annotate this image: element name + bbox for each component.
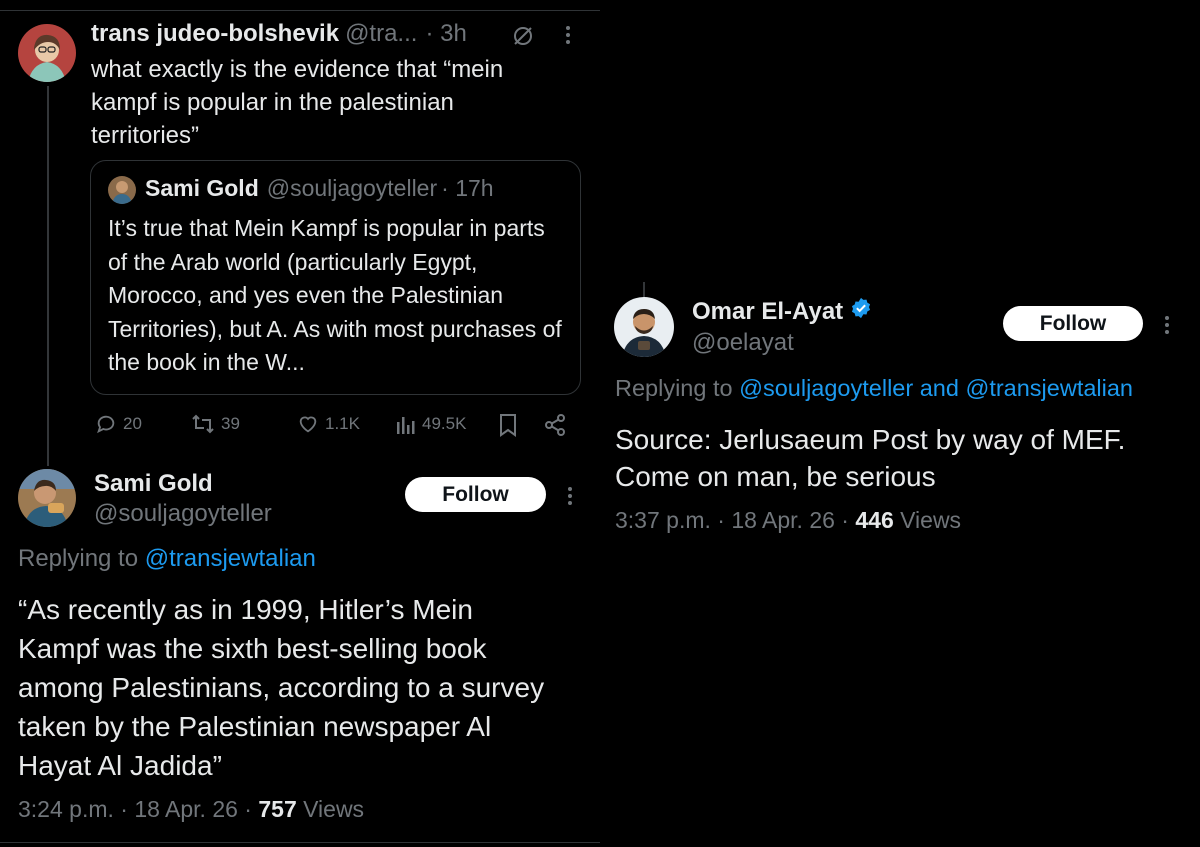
more-icon[interactable]	[566, 485, 576, 511]
tweet1-handle[interactable]: @tra...	[345, 20, 417, 48]
replying-to-label: Replying to	[18, 545, 139, 572]
views-action[interactable]: 49.5K	[396, 413, 466, 435]
views-icon	[396, 413, 416, 435]
tweet1-header: trans judeo-bolshevik @tra... · 3h	[91, 20, 467, 50]
tweet3-replying-to: Replying to @souljagoyteller and @transj…	[615, 375, 1133, 402]
tweet1-text: what exactly is the evidence that “mein …	[91, 56, 504, 149]
quote-header: Sami Gold @souljagoyteller · 17h	[145, 175, 494, 205]
avatar-sami-gold-small	[108, 176, 136, 204]
tweet2-views-count: 757	[258, 796, 297, 822]
mute-icon	[511, 24, 535, 53]
quote-text: It’s true that Mein Kampf is popular in …	[108, 215, 562, 375]
more-icon[interactable]	[564, 24, 574, 50]
repost-action[interactable]: 39	[191, 413, 240, 435]
verified-badge-icon	[850, 297, 872, 326]
like-icon	[297, 413, 319, 435]
replying-to-handles-link[interactable]: @souljagoyteller and @transjewtalian	[739, 375, 1133, 401]
repost-count: 39	[221, 414, 240, 433]
like-action[interactable]: 1.1K	[297, 413, 360, 435]
tweet3-meta: 3:37 p.m. · 18 Apr. 26 · 446 Views	[615, 507, 961, 534]
tweet2-text: “As recently as in 1999, Hitler’s Mein K…	[18, 594, 545, 781]
tweet3-name-row: Omar El-Ayat	[692, 297, 872, 326]
tweet1-time[interactable]: · 3h	[425, 20, 466, 48]
avatar-trans-judeo-bolshevik[interactable]	[18, 24, 76, 82]
reply-count: 20	[123, 414, 142, 433]
tweet2-display-name[interactable]: Sami Gold	[94, 470, 213, 498]
follow-button-sami-gold[interactable]: Follow	[405, 477, 546, 512]
tweet2-handle[interactable]: @souljagoyteller	[94, 500, 272, 528]
repost-icon	[191, 413, 215, 435]
avatar-sami-gold[interactable]	[18, 469, 76, 527]
top-divider	[0, 10, 600, 11]
replying-to-handle-link[interactable]: @transjewtalian	[145, 545, 316, 572]
follow-button-omar-el-ayat[interactable]: Follow	[1003, 306, 1143, 341]
tweet3-handle[interactable]: @oelayat	[692, 329, 794, 357]
tweet2-replying-to: Replying to @transjewtalian	[18, 545, 316, 573]
tweet1-display-name[interactable]: trans judeo-bolshevik	[91, 20, 339, 48]
quote-handle: @souljagoyteller	[266, 175, 438, 201]
tweet3-timestamp[interactable]: 3:37 p.m. · 18 Apr. 26 ·	[615, 507, 849, 533]
tweet2-views-label: Views	[303, 796, 365, 822]
tweet3-views-label: Views	[900, 507, 962, 533]
reply-icon	[95, 413, 117, 435]
quote-display-name: Sami Gold	[145, 175, 259, 201]
tweet2-meta: 3:24 p.m. · 18 Apr. 26 · 757 Views	[18, 796, 364, 823]
replying-to-label: Replying to	[615, 375, 733, 401]
avatar-omar-el-ayat[interactable]	[614, 297, 674, 357]
bookmark-icon[interactable]	[498, 413, 518, 442]
thread-connector-line	[47, 86, 49, 466]
views-count: 49.5K	[422, 414, 467, 433]
like-count: 1.1K	[325, 414, 360, 433]
thread-connector-line-right	[643, 282, 645, 298]
quote-time: · 17h	[441, 175, 494, 201]
tweet3-text: Source: Jerlusaeum Post by way of MEF. C…	[615, 424, 1126, 492]
tweet3-display-name[interactable]: Omar El-Ayat	[692, 298, 843, 326]
tweet3-views-count: 446	[855, 507, 894, 533]
tweet2-timestamp[interactable]: 3:24 p.m. · 18 Apr. 26 ·	[18, 796, 252, 822]
share-icon[interactable]	[543, 413, 567, 442]
more-icon[interactable]	[1163, 314, 1173, 340]
reply-action[interactable]: 20	[95, 413, 142, 435]
bottom-divider	[0, 842, 600, 843]
